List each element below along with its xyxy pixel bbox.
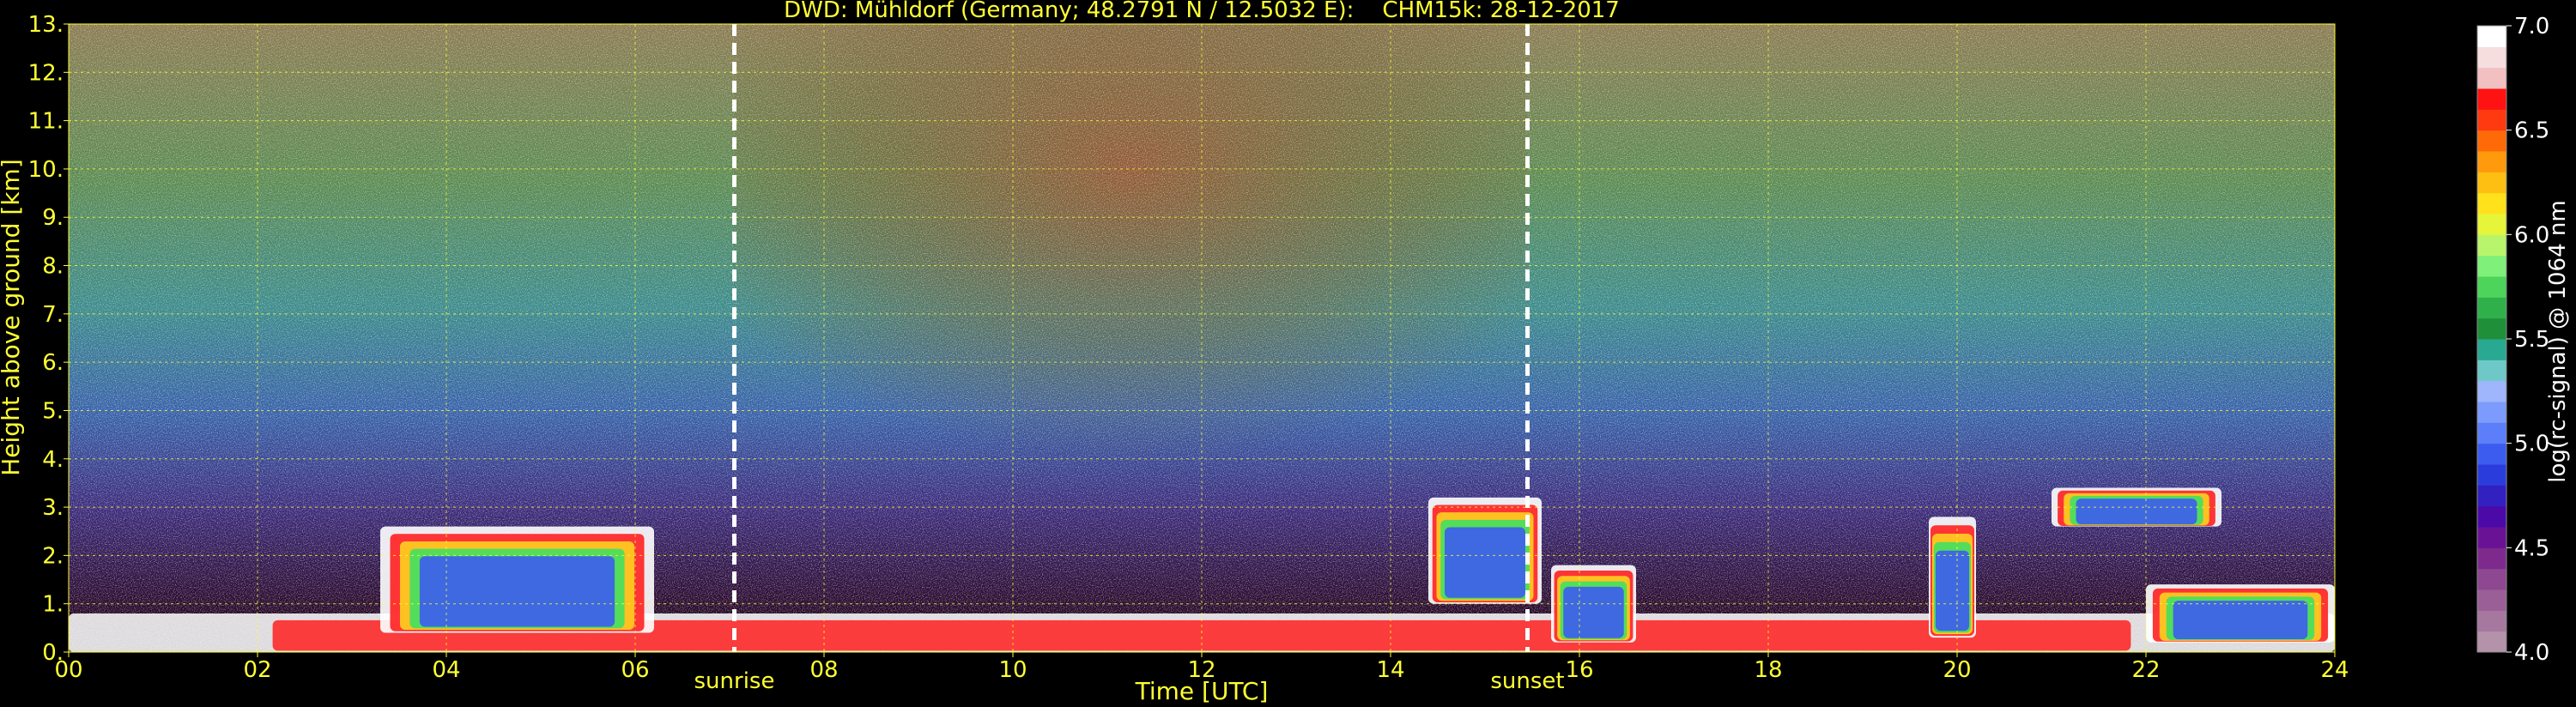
colorbar-swatch bbox=[2477, 88, 2506, 110]
colorbar-swatch bbox=[2477, 360, 2506, 382]
feature-band bbox=[1445, 527, 1525, 598]
y-tick-label: 4. bbox=[42, 447, 64, 473]
y-tick-label: 6. bbox=[42, 350, 64, 376]
y-tick-label: 7. bbox=[42, 302, 64, 328]
colorbar-swatch bbox=[2477, 631, 2506, 653]
x-tick-label: 04 bbox=[432, 657, 460, 683]
y-tick-label: 11. bbox=[28, 109, 64, 135]
feature-band bbox=[1935, 550, 1970, 631]
colorbar-swatch bbox=[2477, 485, 2506, 507]
colorbar-swatch bbox=[2477, 422, 2506, 444]
colorbar-tick-label: 4.5 bbox=[2514, 535, 2549, 561]
colorbar-swatch bbox=[2477, 402, 2506, 423]
colorbar: 4.04.55.05.56.06.57.0 bbox=[2476, 14, 2549, 666]
colorbar-swatch bbox=[2477, 46, 2506, 69]
feature-cloud-layer bbox=[1428, 497, 1542, 604]
x-tick-label: 08 bbox=[809, 657, 838, 683]
y-tick-label: 1. bbox=[42, 592, 64, 618]
feature-band bbox=[419, 556, 615, 627]
feature-cloud-layer bbox=[380, 526, 654, 633]
colorbar-swatch bbox=[2477, 214, 2506, 235]
colorbar-swatch bbox=[2477, 67, 2506, 89]
colorbar-swatch bbox=[2477, 234, 2506, 257]
y-axis-ticks: 0. 1. 2. 3. 4. 5. 6. 7. 8. 9. 10. 11. 12. 13. bbox=[28, 12, 69, 666]
x-axis-label: Time [UTC] bbox=[1135, 677, 1269, 705]
colorbar-swatch bbox=[2477, 527, 2506, 548]
colorbar-swatch bbox=[2477, 26, 2506, 47]
ceilometer-chart: sunrise sunset 00 02 04 06 08 10 12 14 16 18 20 22 24… bbox=[0, 0, 2571, 705]
x-tick-label: 18 bbox=[1754, 657, 1782, 683]
colorbar-swatch bbox=[2477, 192, 2506, 215]
colorbar-swatch bbox=[2477, 547, 2506, 570]
y-tick-label: 13. bbox=[28, 12, 64, 38]
x-tick-label: 16 bbox=[1565, 657, 1593, 683]
colorbar-swatch bbox=[2477, 380, 2506, 402]
colorbar-swatch bbox=[2477, 109, 2506, 131]
colorbar-swatch bbox=[2477, 568, 2506, 590]
x-tick-label: 14 bbox=[1376, 657, 1404, 683]
sunset-label: sunset bbox=[1490, 668, 1564, 694]
colorbar-label: log(rc-signal) @ 1064 nm bbox=[2545, 200, 2571, 482]
colorbar-swatch bbox=[2477, 610, 2506, 632]
colorbar-swatch bbox=[2477, 297, 2506, 319]
sunrise-label: sunrise bbox=[694, 668, 775, 694]
feature-low-cloud-fog bbox=[2146, 584, 2335, 643]
y-tick-label: 9. bbox=[42, 205, 64, 231]
y-tick-label: 8. bbox=[42, 254, 64, 280]
y-axis-label: Height above ground [km] bbox=[0, 159, 25, 476]
y-tick-label: 12. bbox=[28, 60, 64, 86]
y-tick-label: 10. bbox=[28, 157, 64, 183]
colorbar-swatch bbox=[2477, 317, 2506, 340]
colorbar-tick-label: 7.0 bbox=[2514, 14, 2549, 39]
colorbar-swatch bbox=[2477, 255, 2506, 277]
x-tick-label: 10 bbox=[998, 657, 1027, 683]
y-tick-label: 3. bbox=[42, 495, 64, 521]
colorbar-swatch bbox=[2477, 505, 2506, 528]
feature-band bbox=[2076, 499, 2197, 525]
x-tick-label: 24 bbox=[2320, 657, 2349, 683]
colorbar-swatch bbox=[2477, 339, 2506, 360]
colorbar-swatch bbox=[2477, 589, 2506, 611]
colorbar-swatch bbox=[2477, 172, 2506, 194]
y-tick-label: 0. bbox=[42, 640, 64, 666]
x-tick-label: 02 bbox=[243, 657, 271, 683]
colorbar-swatch bbox=[2477, 276, 2506, 298]
feature-band bbox=[1563, 586, 1624, 638]
colorbar-swatch bbox=[2477, 130, 2506, 152]
colorbar-tick-label: 4.0 bbox=[2514, 640, 2549, 666]
chart-title: DWD: Mühldorf (Germany; 48.2791 N / 12.5… bbox=[784, 0, 1620, 23]
colorbar-swatch bbox=[2477, 443, 2506, 465]
x-tick-label: 22 bbox=[2131, 657, 2160, 683]
y-tick-label: 5. bbox=[42, 398, 64, 424]
feature-cloud-layer bbox=[1551, 565, 1636, 643]
y-tick-label: 2. bbox=[42, 543, 64, 569]
colorbar-swatch bbox=[2477, 464, 2506, 486]
colorbar-swatch bbox=[2477, 151, 2506, 172]
feature-cloud-layer bbox=[1929, 517, 1976, 638]
x-tick-label: 06 bbox=[621, 657, 649, 683]
colorbar-tick-label: 6.5 bbox=[2514, 118, 2549, 144]
x-tick-label: 20 bbox=[1943, 657, 1971, 683]
plot-area: sunrise sunset bbox=[68, 23, 2336, 694]
feature-band bbox=[2173, 601, 2308, 639]
